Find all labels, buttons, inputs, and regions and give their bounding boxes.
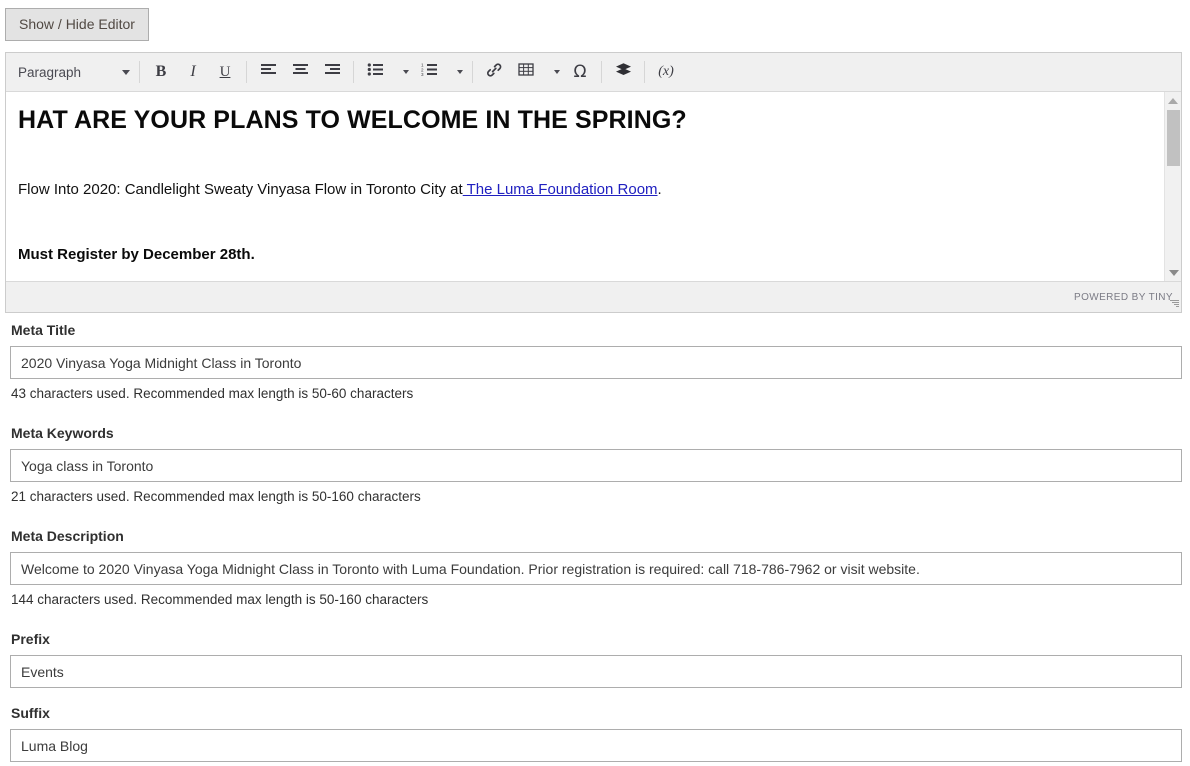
show-hide-editor-bar: Show / Hide Editor	[0, 0, 1190, 41]
toolbar-divider	[353, 61, 354, 83]
numbered-list-button[interactable]: 1 2 3	[413, 57, 445, 87]
field-suffix: Suffix	[0, 705, 1190, 762]
bullet-list-button[interactable]	[359, 57, 391, 87]
chevron-up-icon	[1168, 97, 1178, 104]
align-left-button[interactable]	[252, 57, 284, 87]
format-select-label: Paragraph	[18, 64, 82, 80]
align-left-icon	[260, 62, 277, 82]
chevron-down-icon	[554, 70, 560, 74]
editor-vertical-scrollbar[interactable]	[1164, 92, 1181, 281]
paragraph-text-after-link: .	[657, 181, 662, 198]
variable-icon: (x)	[658, 64, 674, 79]
field-meta-keywords: Meta Keywords 21 characters used. Recomm…	[0, 425, 1190, 505]
numbered-list-menu-button[interactable]	[445, 57, 467, 87]
meta-keywords-note: 21 characters used. Recommended max leng…	[11, 489, 421, 504]
meta-title-note: 43 characters used. Recommended max leng…	[11, 386, 414, 401]
chevron-down-icon	[457, 70, 463, 74]
bullet-list-menu-button[interactable]	[391, 57, 413, 87]
toolbar-divider	[601, 61, 602, 83]
bullet-list-icon	[367, 62, 384, 82]
content-paragraph: Flow Into 2020: Candlelight Sweaty Vinya…	[18, 180, 1152, 200]
insert-variable-button[interactable]: (x)	[650, 57, 682, 87]
bold-icon: B	[155, 63, 167, 80]
meta-description-input[interactable]	[10, 552, 1182, 585]
scroll-down-button[interactable]	[1165, 264, 1181, 281]
svg-text:3: 3	[421, 72, 424, 77]
toolbar-divider	[246, 61, 247, 83]
italic-button[interactable]: I	[177, 57, 209, 87]
meta-title-label: Meta Title	[11, 322, 76, 338]
editor-content-area[interactable]: HAT ARE YOUR PLANS TO WELCOME IN THE SPR…	[6, 92, 1164, 281]
chevron-down-icon	[403, 70, 409, 74]
link-icon	[486, 62, 503, 83]
field-meta-description: Meta Description 144 characters used. Re…	[0, 528, 1190, 608]
omega-icon: Ω	[573, 62, 587, 82]
table-menu-button[interactable]	[542, 57, 564, 87]
align-right-button[interactable]	[316, 57, 348, 87]
powered-by-tiny-label: POWERED BY TINY	[1074, 291, 1173, 303]
prefix-input[interactable]	[10, 655, 1182, 688]
scroll-up-button[interactable]	[1164, 92, 1181, 109]
format-select[interactable]: Paragraph	[10, 57, 134, 87]
numbered-list-icon: 1 2 3	[421, 62, 438, 82]
content-bold-line: Must Register by December 28th.	[18, 246, 255, 263]
meta-description-label: Meta Description	[11, 528, 124, 544]
meta-description-note: 144 characters used. Recommended max len…	[11, 592, 429, 607]
content-heading: HAT ARE YOUR PLANS TO WELCOME IN THE SPR…	[18, 106, 687, 134]
table-icon	[518, 62, 534, 82]
meta-keywords-input[interactable]	[10, 449, 1182, 482]
suffix-input[interactable]	[10, 729, 1182, 762]
editor-status-bar: POWERED BY TINY	[6, 281, 1181, 312]
toolbar-divider	[644, 61, 645, 83]
rich-text-editor: Paragraph B I U 1 2 3 Ω (x) HAT ARE YOUR…	[5, 52, 1182, 313]
paragraph-text-before-link: Flow Into 2020: Candlelight Sweaty Vinya…	[18, 181, 463, 198]
widget-stack-icon	[615, 62, 632, 82]
align-center-icon	[292, 62, 309, 82]
underline-icon: U	[219, 63, 231, 80]
insert-widget-button[interactable]	[607, 57, 639, 87]
underline-button[interactable]: U	[209, 57, 241, 87]
scrollbar-thumb[interactable]	[1167, 110, 1180, 166]
editor-toolbar: Paragraph B I U 1 2 3 Ω (x)	[6, 53, 1181, 92]
insert-link-button[interactable]	[478, 57, 510, 87]
insert-table-button[interactable]	[510, 57, 542, 87]
editor-body: HAT ARE YOUR PLANS TO WELCOME IN THE SPR…	[6, 92, 1181, 281]
meta-title-input[interactable]	[10, 346, 1182, 379]
toolbar-divider	[472, 61, 473, 83]
toolbar-divider	[139, 61, 140, 83]
seo-fields-form: Meta Title 43 characters used. Recommend…	[0, 322, 1190, 762]
field-prefix: Prefix	[0, 631, 1190, 688]
show-hide-editor-button[interactable]: Show / Hide Editor	[5, 8, 149, 41]
prefix-label: Prefix	[11, 631, 50, 647]
italic-icon: I	[190, 63, 196, 80]
suffix-label: Suffix	[11, 705, 50, 721]
align-center-button[interactable]	[284, 57, 316, 87]
chevron-down-icon	[1168, 269, 1179, 276]
bold-button[interactable]: B	[145, 57, 177, 87]
field-meta-title: Meta Title 43 characters used. Recommend…	[0, 322, 1190, 402]
luma-foundation-room-link[interactable]: The Luma Foundation Room	[463, 181, 658, 198]
align-right-icon	[324, 62, 341, 82]
chevron-down-icon	[122, 69, 130, 75]
meta-keywords-label: Meta Keywords	[11, 425, 114, 441]
special-character-button[interactable]: Ω	[564, 57, 596, 87]
editor-resize-handle[interactable]	[1168, 300, 1179, 311]
